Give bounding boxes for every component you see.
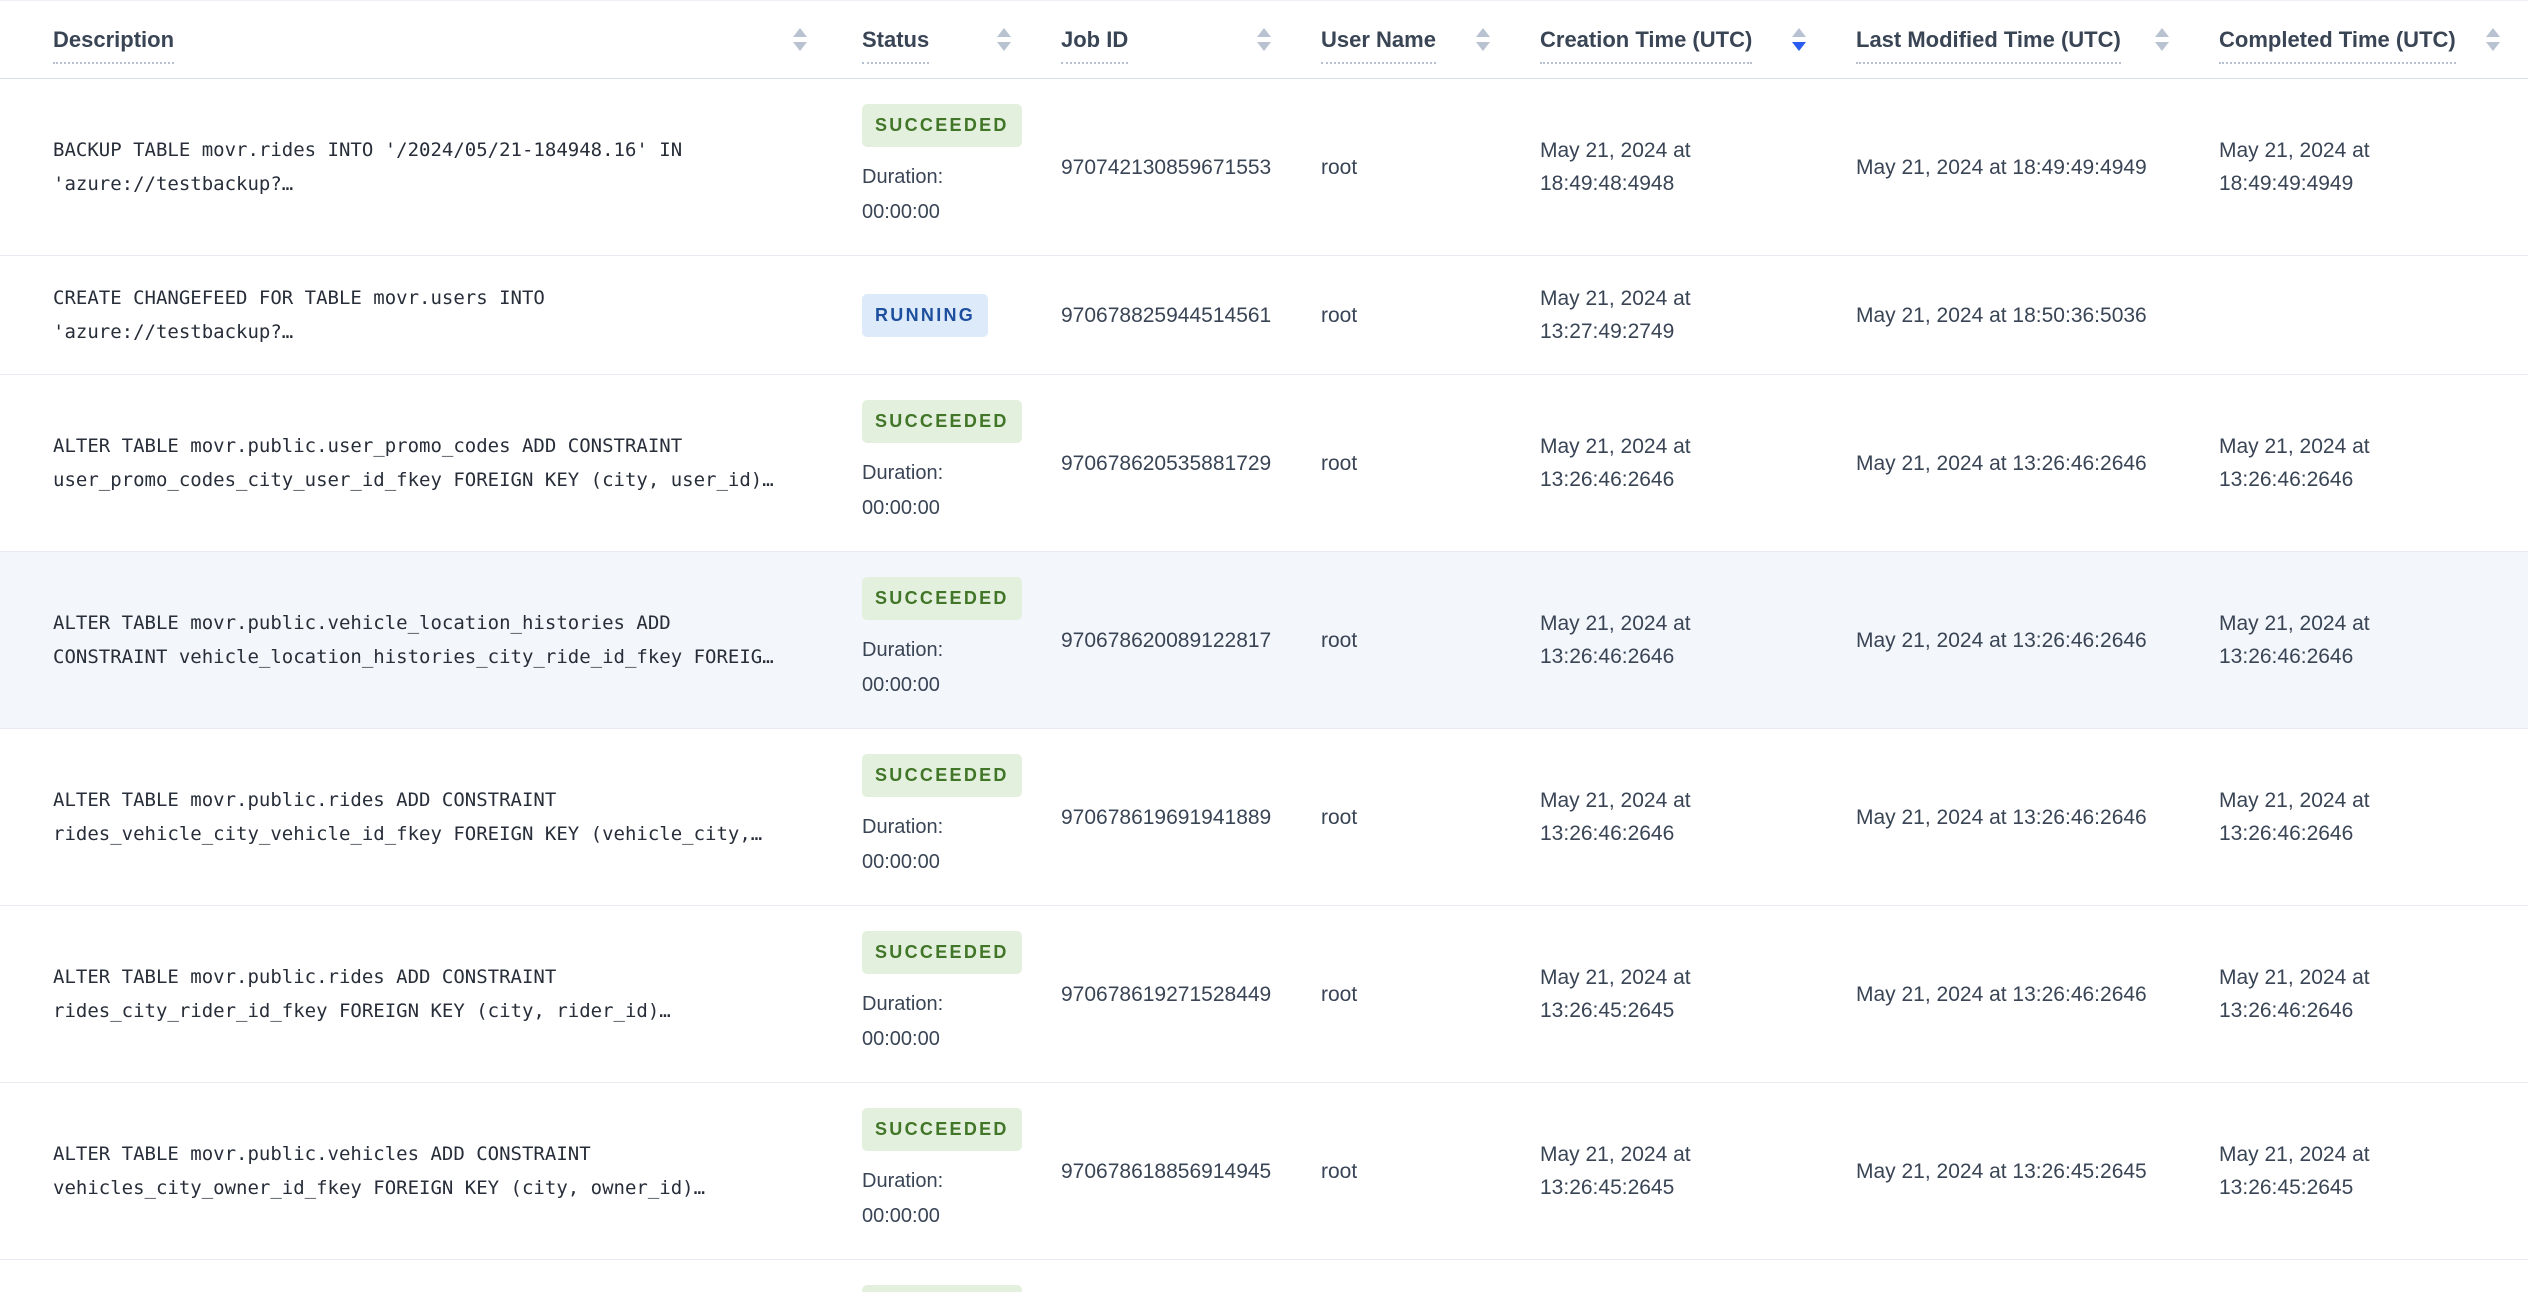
duration-label: Duration: bbox=[862, 639, 944, 661]
table-row: ALTER TABLE movr.public.user_promo_codes… bbox=[0, 374, 2528, 552]
completed-time: May 21, 2024 at 13:26:46:2646 bbox=[2219, 789, 2370, 845]
table-row: CREATE CHANGEFEED FOR TABLE movr.users I… bbox=[0, 255, 2528, 375]
user-name: root bbox=[1321, 1159, 1358, 1183]
job-description[interactable]: ALTER TABLE movr.public.rides ADD CONSTR… bbox=[53, 783, 783, 851]
last-modified-time: May 21, 2024 at 13:26:46:2646 bbox=[1856, 451, 2147, 475]
last-modified-time: May 21, 2024 at 13:26:46:2646 bbox=[1856, 628, 2147, 652]
completed-time: May 21, 2024 at 13:26:46:2646 bbox=[2219, 435, 2370, 491]
jobs-table-body: BACKUP TABLE movr.rides INTO '/2024/05/2… bbox=[0, 79, 2528, 1292]
completed-time: May 21, 2024 at 13:26:46:2646 bbox=[2219, 612, 2370, 668]
jobs-table-header: Description Status Job ID User Name Crea… bbox=[0, 0, 2528, 79]
job-description[interactable]: ALTER TABLE movr.public.vehicles ADD CON… bbox=[53, 1137, 783, 1205]
creation-time: May 21, 2024 at 13:27:49:2749 bbox=[1540, 287, 1691, 343]
sort-icon-job-id[interactable] bbox=[1257, 28, 1271, 51]
table-row: ALTER TABLE movr.public.rides ADD CONSTR… bbox=[0, 905, 2528, 1083]
column-header-last-modified-time[interactable]: Last Modified Time (UTC) bbox=[1856, 27, 2121, 64]
column-header-job-id[interactable]: Job ID bbox=[1061, 27, 1129, 64]
job-id: 970678619691941889 bbox=[1061, 805, 1272, 829]
duration-value: 00:00:00 bbox=[862, 201, 940, 223]
creation-time: May 21, 2024 at 18:49:48:4948 bbox=[1540, 139, 1691, 195]
job-id: 970742130859671553 bbox=[1061, 155, 1272, 179]
job-duration: Duration: 00:00:00 bbox=[862, 633, 1012, 703]
job-id: 970678825944514561 bbox=[1061, 303, 1272, 327]
duration-label: Duration: bbox=[862, 1170, 944, 1192]
status-badge: SUCCEEDED bbox=[862, 1285, 1022, 1292]
column-header-description[interactable]: Description bbox=[53, 27, 175, 64]
column-header-status[interactable]: Status bbox=[862, 27, 930, 64]
job-description[interactable]: ALTER TABLE movr.public.vehicle_location… bbox=[53, 606, 783, 674]
table-row: ALTER TABLE movr.public.rides ADD CONSTR… bbox=[0, 728, 2528, 906]
duration-value: 00:00:00 bbox=[862, 851, 940, 873]
column-header-creation-time[interactable]: Creation Time (UTC) bbox=[1540, 27, 1753, 64]
duration-label: Duration: bbox=[862, 816, 944, 838]
creation-time: May 21, 2024 at 13:26:46:2646 bbox=[1540, 789, 1691, 845]
duration-value: 00:00:00 bbox=[862, 1205, 940, 1227]
jobs-table: Description Status Job ID User Name Crea… bbox=[0, 0, 2528, 1292]
table-row: ALTER TABLE movr.public.vehicles ADD CON… bbox=[0, 1082, 2528, 1260]
duration-label: Duration: bbox=[862, 166, 944, 188]
job-duration: Duration: 00:00:00 bbox=[862, 810, 1012, 880]
status-badge: SUCCEEDED bbox=[862, 754, 1022, 797]
sort-icon-last-modified-time[interactable] bbox=[2155, 28, 2169, 51]
user-name: root bbox=[1321, 805, 1358, 829]
job-id: 970678620535881729 bbox=[1061, 451, 1272, 475]
user-name: root bbox=[1321, 451, 1358, 475]
table-row: ALTER TABLE movr.public.vehicle_location… bbox=[0, 551, 2528, 729]
status-badge: RUNNING bbox=[862, 293, 989, 337]
sort-icon-status[interactable] bbox=[997, 28, 1011, 51]
sort-icon-user-name[interactable] bbox=[1476, 28, 1490, 51]
column-header-completed-time[interactable]: Completed Time (UTC) bbox=[2219, 27, 2456, 64]
creation-time: May 21, 2024 at 13:26:46:2646 bbox=[1540, 435, 1691, 491]
last-modified-time: May 21, 2024 at 13:26:46:2646 bbox=[1856, 805, 2147, 829]
job-duration: Duration: 00:00:00 bbox=[862, 456, 1012, 526]
job-duration: Duration: 00:00:00 bbox=[862, 987, 1012, 1057]
creation-time: May 21, 2024 at 13:26:45:2645 bbox=[1540, 966, 1691, 1022]
duration-value: 00:00:00 bbox=[862, 497, 940, 519]
job-description[interactable]: ALTER TABLE movr.public.user_promo_codes… bbox=[53, 429, 783, 497]
user-name: root bbox=[1321, 628, 1358, 652]
duration-value: 00:00:00 bbox=[862, 674, 940, 696]
sort-icon-completed-time[interactable] bbox=[2486, 28, 2500, 51]
status-badge: SUCCEEDED bbox=[862, 400, 1022, 443]
job-id: 970678620089122817 bbox=[1061, 628, 1272, 652]
last-modified-time: May 21, 2024 at 13:26:45:2645 bbox=[1856, 1159, 2147, 1183]
job-id: 970678619271528449 bbox=[1061, 982, 1272, 1006]
job-description[interactable]: BACKUP TABLE movr.rides INTO '/2024/05/2… bbox=[53, 133, 783, 201]
sort-icon-creation-time[interactable] bbox=[1792, 28, 1806, 51]
last-modified-time: May 21, 2024 at 13:26:46:2646 bbox=[1856, 982, 2147, 1006]
completed-time: May 21, 2024 at 13:26:45:2645 bbox=[2219, 1143, 2370, 1199]
completed-time: May 21, 2024 at 13:26:46:2646 bbox=[2219, 966, 2370, 1022]
status-badge: SUCCEEDED bbox=[862, 931, 1022, 974]
job-duration: Duration: 00:00:00 bbox=[862, 160, 1012, 230]
last-modified-time: May 21, 2024 at 18:49:49:4949 bbox=[1856, 155, 2147, 179]
job-duration: Duration: 00:00:00 bbox=[862, 1164, 1012, 1234]
job-description[interactable]: CREATE CHANGEFEED FOR TABLE movr.users I… bbox=[53, 281, 783, 349]
user-name: root bbox=[1321, 303, 1358, 327]
job-description[interactable]: ALTER TABLE movr.public.rides ADD CONSTR… bbox=[53, 960, 783, 1028]
duration-label: Duration: bbox=[862, 993, 944, 1015]
status-badge: SUCCEEDED bbox=[862, 104, 1022, 147]
status-badge: SUCCEEDED bbox=[862, 1108, 1022, 1151]
completed-time: May 21, 2024 at 18:49:49:4949 bbox=[2219, 139, 2370, 195]
table-row: IMPORT INTO movr.public.rides CSV DATA (… bbox=[0, 1259, 2528, 1292]
column-header-user-name[interactable]: User Name bbox=[1321, 27, 1436, 64]
last-modified-time: May 21, 2024 at 18:50:36:5036 bbox=[1856, 303, 2147, 327]
duration-label: Duration: bbox=[862, 462, 944, 484]
duration-value: 00:00:00 bbox=[862, 1028, 940, 1050]
sort-icon-description[interactable] bbox=[793, 28, 807, 51]
creation-time: May 21, 2024 at 13:26:46:2646 bbox=[1540, 612, 1691, 668]
user-name: root bbox=[1321, 155, 1358, 179]
creation-time: May 21, 2024 at 13:26:45:2645 bbox=[1540, 1143, 1691, 1199]
table-row: BACKUP TABLE movr.rides INTO '/2024/05/2… bbox=[0, 79, 2528, 256]
user-name: root bbox=[1321, 982, 1358, 1006]
job-id: 970678618856914945 bbox=[1061, 1159, 1272, 1183]
status-badge: SUCCEEDED bbox=[862, 577, 1022, 620]
